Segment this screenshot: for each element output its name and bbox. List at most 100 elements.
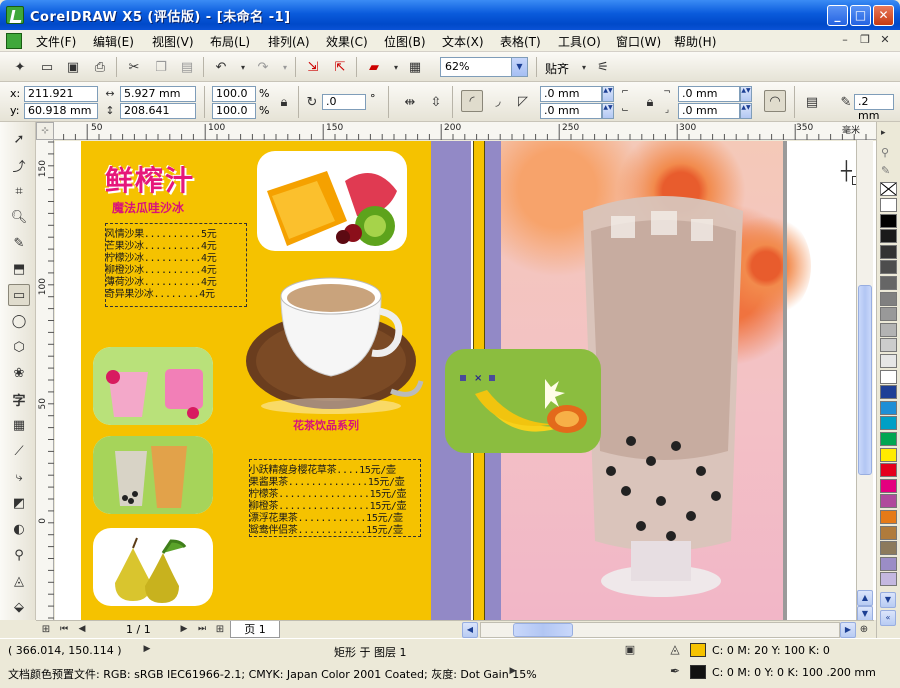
palette-swatch[interactable] bbox=[880, 369, 897, 384]
palette-swatch[interactable] bbox=[880, 447, 897, 462]
zoom-navigator-icon[interactable]: ⊕ bbox=[856, 621, 872, 637]
palette-swatch[interactable] bbox=[880, 478, 897, 493]
round-corner-icon[interactable]: ◜ bbox=[461, 90, 483, 112]
vertical-scrollbar[interactable]: ▲ ▼ bbox=[856, 140, 873, 622]
add-page-before-icon[interactable]: ⊞ bbox=[38, 621, 54, 637]
pear-image[interactable] bbox=[93, 528, 213, 606]
menu-effects[interactable]: 效果(C) bbox=[326, 33, 368, 50]
profile-expand-icon[interactable]: ▶ bbox=[506, 664, 520, 678]
horizontal-ruler[interactable]: 50 100 150 200 250 300 350 毫米 bbox=[36, 122, 878, 140]
relative-corner-scaling-icon[interactable]: ◠ bbox=[764, 90, 786, 112]
menu-window[interactable]: 窗口(W) bbox=[616, 33, 661, 50]
lock-corners-icon[interactable]: 🔒︎ bbox=[640, 92, 660, 112]
previous-page-icon[interactable]: ◀ bbox=[74, 621, 90, 637]
pick-tool-icon[interactable]: ➚ bbox=[8, 128, 30, 150]
redo-icon[interactable]: ↷ bbox=[253, 57, 273, 77]
x-position-field[interactable]: 211.921 mm bbox=[24, 86, 98, 114]
rotation-field[interactable]: .0 bbox=[322, 94, 366, 110]
menu-file[interactable]: 文件(F) bbox=[36, 33, 76, 50]
save-icon[interactable]: ▣ bbox=[63, 57, 83, 77]
palette-swatch[interactable] bbox=[880, 291, 897, 306]
zoom-combo[interactable]: 62% ▼ bbox=[440, 57, 528, 77]
eyedropper-tool-icon[interactable]: ⚲ bbox=[8, 544, 30, 566]
connector-tool-icon[interactable]: ⤷ bbox=[8, 466, 30, 488]
menu-layout[interactable]: 布局(L) bbox=[210, 33, 250, 50]
fill-tool-icon[interactable]: ⬙ bbox=[8, 596, 30, 618]
palette-swatch[interactable] bbox=[880, 572, 897, 587]
print-icon[interactable]: ⎙ bbox=[90, 57, 110, 77]
scroll-left-icon[interactable]: ◀ bbox=[462, 622, 478, 638]
color-profile-info[interactable]: 文档颜色预置文件: RGB: sRGB IEC61966-2.1; CMYK: … bbox=[8, 666, 537, 682]
scale-x-field[interactable]: 100.0 bbox=[212, 86, 256, 102]
options-icon[interactable]: ⚟ bbox=[593, 57, 613, 77]
menu-item[interactable]: 鸳鸯伴侣茶............15元/壶 bbox=[249, 521, 403, 536]
menu-text[interactable]: 文本(X) bbox=[442, 33, 484, 50]
palette-swatch[interactable] bbox=[880, 400, 897, 415]
palette-swatch[interactable] bbox=[880, 494, 897, 509]
spinner-icon[interactable]: ▲▼ bbox=[602, 103, 614, 119]
corner-bottom-right-field[interactable]: .0 mm bbox=[678, 103, 740, 119]
crop-tool-icon[interactable]: ⌗ bbox=[8, 180, 30, 202]
palette-swatch[interactable] bbox=[880, 385, 897, 400]
wrap-text-icon[interactable]: ▤ bbox=[802, 92, 822, 112]
doc-restore-button[interactable]: ❐ bbox=[856, 33, 874, 49]
selection-handle[interactable] bbox=[460, 375, 466, 381]
paste-icon[interactable]: ▤ bbox=[177, 57, 197, 77]
blend-tool-icon[interactable]: ◩ bbox=[8, 492, 30, 514]
mirror-vertical-icon[interactable]: ⇳ bbox=[426, 92, 446, 112]
new-document-icon[interactable]: ✦ bbox=[10, 57, 30, 77]
spinner-icon[interactable]: ▲▼ bbox=[740, 103, 752, 119]
color-picker-icon[interactable]: ✎ bbox=[881, 164, 890, 177]
palette-swatch[interactable] bbox=[880, 525, 897, 540]
banana-papaya-image[interactable] bbox=[445, 349, 601, 453]
artwork-title[interactable]: 鲜榨汁 bbox=[105, 159, 195, 199]
ruler-origin-icon[interactable]: ⊹ bbox=[36, 122, 54, 140]
polygon-tool-icon[interactable]: ⬡ bbox=[8, 336, 30, 358]
close-button[interactable]: ✕ bbox=[873, 5, 894, 26]
snap-dropdown-icon[interactable]: ▾ bbox=[574, 57, 594, 77]
corner-top-right-field[interactable]: .0 mm bbox=[678, 86, 740, 102]
menu-edit[interactable]: 编辑(E) bbox=[93, 33, 134, 50]
palette-swatch[interactable] bbox=[880, 244, 897, 259]
selection-center-icon[interactable]: × bbox=[474, 373, 482, 384]
page-tab[interactable]: 页 1 bbox=[230, 621, 280, 638]
application-launcher-icon[interactable]: ▰ bbox=[364, 57, 384, 77]
y-position-field[interactable]: 60.918 mm bbox=[24, 103, 98, 119]
scroll-up-icon[interactable]: ▲ bbox=[857, 590, 873, 606]
smoothie-image[interactable] bbox=[93, 347, 213, 425]
chevron-down-icon[interactable]: ▼ bbox=[511, 58, 527, 76]
menu-table[interactable]: 表格(T) bbox=[500, 33, 541, 50]
undo-dropdown-icon[interactable]: ▾ bbox=[233, 57, 253, 77]
spinner-icon[interactable]: ▲▼ bbox=[740, 86, 752, 102]
scale-y-field[interactable]: 100.0 bbox=[212, 103, 256, 119]
cut-icon[interactable]: ✂ bbox=[124, 57, 144, 77]
tea-section-title[interactable]: 花茶饮品系列 bbox=[293, 417, 359, 433]
chamfered-corner-icon[interactable]: ◸ bbox=[512, 90, 534, 112]
smart-fill-tool-icon[interactable]: ⬒ bbox=[8, 258, 30, 280]
palette-arrow-icon[interactable]: ▸ bbox=[881, 128, 886, 138]
spinner-icon[interactable]: ▲▼ bbox=[602, 86, 614, 102]
lock-ratio-icon[interactable]: 🔒︎ bbox=[274, 92, 294, 112]
fill-color-chip[interactable] bbox=[690, 643, 706, 657]
bubble-tea-image[interactable] bbox=[93, 436, 213, 514]
welcome-screen-icon[interactable]: ▦ bbox=[405, 57, 425, 77]
export-icon[interactable]: ⇱ bbox=[330, 57, 350, 77]
menu-tools[interactable]: 工具(O) bbox=[558, 33, 601, 50]
palette-swatch[interactable] bbox=[880, 510, 897, 524]
last-page-icon[interactable]: ⏭ bbox=[194, 621, 210, 637]
outline-color-chip[interactable] bbox=[690, 665, 706, 679]
palette-flyout-icon[interactable]: « bbox=[880, 610, 896, 626]
basic-shapes-tool-icon[interactable]: ❀ bbox=[8, 362, 30, 384]
text-tool-icon[interactable]: 字 bbox=[8, 388, 30, 410]
scroll-right-icon[interactable]: ▶ bbox=[840, 622, 856, 638]
outline-tool-icon[interactable]: ◬ bbox=[8, 570, 30, 592]
doc-minimize-button[interactable]: – bbox=[836, 33, 854, 49]
freehand-tool-icon[interactable]: ✎ bbox=[8, 232, 30, 254]
palette-swatch[interactable] bbox=[880, 229, 897, 244]
menu-bitmaps[interactable]: 位图(B) bbox=[384, 33, 426, 50]
eyedropper-icon[interactable]: ⚲ bbox=[881, 146, 889, 159]
vertical-scroll-thumb[interactable] bbox=[858, 285, 872, 475]
add-page-after-icon[interactable]: ⊞ bbox=[212, 621, 228, 637]
open-folder-icon[interactable]: ▭ bbox=[37, 57, 57, 77]
menu-arrange[interactable]: 排列(A) bbox=[268, 33, 310, 50]
